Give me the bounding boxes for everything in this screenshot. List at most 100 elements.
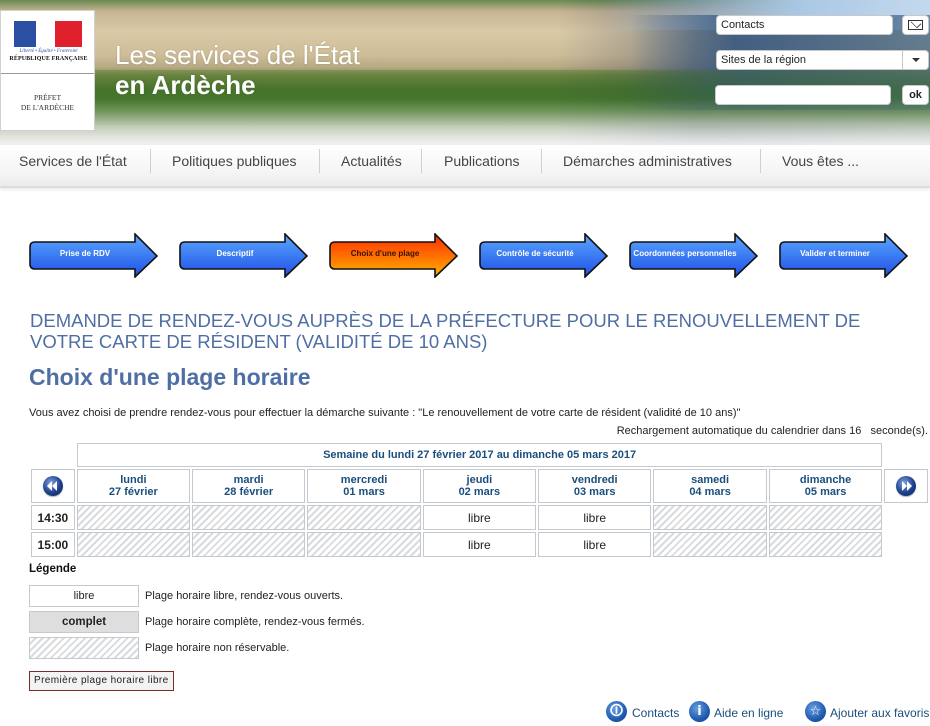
day-name: mercredi (340, 474, 388, 486)
person-icon[interactable]: 🛈 (606, 701, 627, 722)
section-title: Choix d'une plage horaire (29, 364, 311, 390)
rewind-icon[interactable] (42, 476, 63, 496)
day-date: 05 mars (804, 486, 847, 498)
time-label: 15:00 (31, 532, 75, 557)
day-name: vendredi (571, 474, 618, 486)
slot-libre[interactable]: libre (537, 532, 652, 557)
slot-non-reservable (192, 505, 306, 530)
day-name: jeudi (466, 474, 493, 486)
slot-non-reservable (307, 505, 421, 530)
day-date: 27 février (108, 486, 158, 498)
legend-box-non-reservable (29, 637, 139, 659)
row-spacer (884, 532, 928, 557)
day-header: vendredi 03 mars (537, 469, 652, 503)
region-select-value: Sites de la région (721, 54, 806, 66)
region-select[interactable]: Sites de la région (716, 50, 929, 70)
marianne-flag-icon (14, 21, 82, 47)
nav-item-politiques[interactable]: Politiques publiques (172, 153, 297, 173)
footer-favorites-link[interactable]: Ajouter aux favoris (830, 703, 929, 723)
slot-non-reservable (76, 505, 191, 530)
fast-forward-icon[interactable] (896, 476, 917, 496)
calendar-table: Semaine du lundi 27 février 2017 au dima… (29, 441, 930, 559)
day-date: 03 mars (573, 486, 616, 498)
slot-non-reservable (76, 532, 191, 557)
logo-republique: RÉPUBLIQUE FRANÇAISE (9, 56, 88, 62)
slot-non-reservable (192, 532, 306, 557)
republique-francaise-logo[interactable]: Liberté • Égalité • Fraternité RÉPUBLIQU… (0, 10, 95, 131)
next-week-cell[interactable] (884, 469, 928, 503)
nav-item-vous-etes[interactable]: Vous êtes ... (782, 153, 859, 173)
chevron-down-icon (902, 51, 928, 69)
slot-libre[interactable]: libre (422, 532, 536, 557)
legend-title: Légende (29, 563, 77, 575)
legend-box-complet: complet (29, 611, 139, 633)
prefet-line1: PRÉFET (33, 93, 62, 102)
day-header: samedi 04 mars (653, 469, 767, 503)
footer-help-link[interactable]: Aide en ligne (714, 703, 783, 723)
time-row: 15:00 libre libre (31, 532, 928, 557)
logo-devise: Liberté • Égalité • Fraternité (19, 49, 78, 54)
step-label: Choix d'une plage (350, 249, 420, 258)
nav-item-actualites[interactable]: Actualités (341, 153, 402, 173)
day-name: samedi (691, 474, 730, 486)
reload-notice: Rechargement automatique du calendrier d… (617, 425, 928, 437)
slot-libre[interactable]: libre (422, 505, 536, 530)
contacts-mail-button[interactable] (902, 15, 929, 35)
step-label: Descriptif (216, 249, 254, 258)
intro-text: Vous avez choisi de prendre rendez-vous … (29, 407, 741, 419)
day-header: mercredi 01 mars (307, 469, 421, 503)
star-icon[interactable]: ☆ (805, 701, 826, 722)
contacts-field[interactable]: Contacts (716, 15, 893, 35)
step-2: Descriptif (179, 233, 309, 278)
footer-contacts-link[interactable]: Contacts (632, 703, 679, 723)
mail-icon (908, 20, 923, 30)
calendar-week-row: Semaine du lundi 27 février 2017 au dima… (31, 443, 928, 467)
step-1: Prise de RDV (29, 233, 159, 278)
nav-item-publications[interactable]: Publications (444, 153, 520, 173)
search-input[interactable] (715, 85, 891, 105)
slot-non-reservable (653, 532, 767, 557)
day-header: dimanche 05 mars (768, 469, 883, 503)
day-header: mardi 28 février (192, 469, 306, 503)
step-6: Valider et terminer (779, 233, 909, 278)
day-header: jeudi 02 mars (422, 469, 536, 503)
nav-item-services[interactable]: Services de l'État (19, 153, 127, 173)
step-3: Choix d'une plage (329, 233, 459, 278)
legend-text-non-reservable: Plage horaire non réservable. (145, 642, 290, 654)
nav-separator (760, 149, 761, 173)
header-banner: Liberté • Égalité • Fraternité RÉPUBLIQU… (0, 0, 930, 145)
search-ok-button[interactable]: ok (902, 85, 929, 105)
nav-separator (150, 149, 151, 173)
week-title: Semaine du lundi 27 février 2017 au dima… (76, 443, 883, 467)
prev-week-cell[interactable] (31, 469, 75, 503)
step-label: Contrôle de sécurité (496, 249, 574, 258)
day-name: dimanche (799, 474, 852, 486)
slot-non-reservable (307, 532, 421, 557)
site-title[interactable]: Les services de l'État en Ardèche (115, 40, 360, 100)
site-title-line1: Les services de l'État (115, 40, 360, 70)
step-label: Coordonnées personnelles (633, 249, 737, 258)
day-header: lundi 27 février (76, 469, 191, 503)
day-date: 02 mars (458, 486, 501, 498)
main-nav: Services de l'État Politiques publiques … (0, 145, 930, 188)
slot-libre[interactable]: libre (537, 505, 652, 530)
slot-non-reservable (768, 532, 883, 557)
day-name: mardi (233, 474, 264, 486)
calendar-corner (31, 443, 75, 467)
legend-text-complet: Plage horaire complète, rendez-vous ferm… (145, 616, 365, 628)
reload-suffix: seconde(s). (870, 425, 928, 437)
row-spacer (884, 505, 928, 530)
calendar-day-row: lundi 27 février mardi 28 février mercredi 01… (31, 469, 928, 503)
day-date: 01 mars (343, 486, 385, 498)
site-title-line2: en Ardèche (115, 70, 256, 100)
nav-separator (421, 149, 422, 173)
day-date: 28 février (224, 486, 274, 498)
time-label: 14:30 (31, 505, 75, 530)
slot-non-reservable (768, 505, 883, 530)
slot-non-reservable (653, 505, 767, 530)
info-icon[interactable]: i (689, 701, 710, 722)
first-free-slot-button[interactable]: Première plage horaire libre (29, 671, 174, 691)
nav-item-demarches[interactable]: Démarches administratives (563, 153, 732, 173)
logo-prefet: PRÉFET DE L'ARDÈCHE (1, 93, 94, 113)
page-heading: DEMANDE DE RENDEZ-VOUS AUPRÈS DE LA PRÉF… (30, 310, 861, 352)
